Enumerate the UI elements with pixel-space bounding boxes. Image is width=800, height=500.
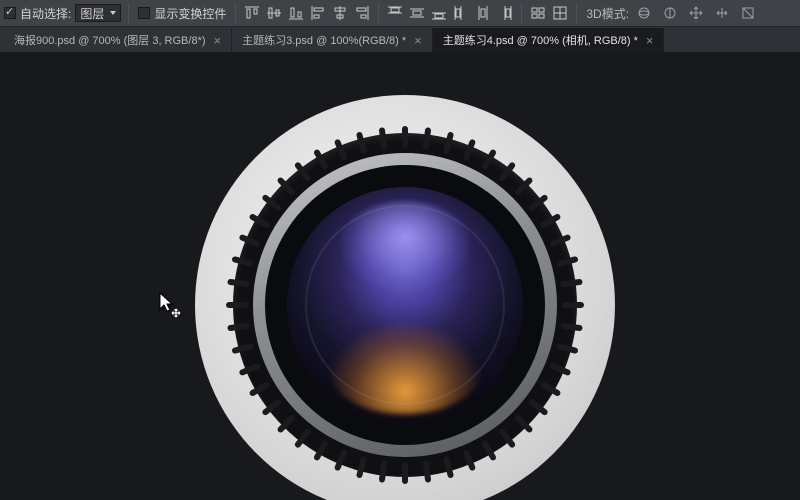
canvas-area[interactable]: [0, 53, 800, 500]
close-icon[interactable]: ×: [646, 34, 654, 47]
separator: [521, 3, 522, 23]
separator: [128, 3, 129, 23]
close-icon[interactable]: ×: [414, 34, 422, 47]
auto-select-checkbox[interactable]: [4, 7, 16, 19]
distribute-group: [384, 3, 516, 23]
align-left-button[interactable]: [307, 3, 329, 23]
dist-vcenter-button[interactable]: [406, 3, 428, 23]
mode-3d-group: 3D模式:: [586, 3, 759, 23]
document-tab[interactable]: 海报900.psd @ 700% (图层 3, RGB/8*) ×: [4, 28, 232, 52]
close-icon[interactable]: ×: [214, 34, 222, 47]
auto-select-mode-value: 图层: [80, 5, 104, 22]
show-transform-group: 显示变换控件: [138, 5, 226, 22]
auto-align-button[interactable]: [527, 3, 549, 23]
camera-lens-artwork: [195, 95, 615, 500]
move-cursor-icon: [158, 291, 184, 324]
align-vcenter-button[interactable]: [263, 3, 285, 23]
arrange-more-button[interactable]: [549, 3, 571, 23]
align-bottom-button[interactable]: [285, 3, 307, 23]
auto-select-label: 自动选择:: [20, 5, 71, 22]
orbit-3d-button[interactable]: [633, 3, 655, 23]
mode-3d-label: 3D模式:: [586, 5, 629, 22]
options-bar: 自动选择: 图层 显示变换控件 3D模式:: [0, 0, 800, 27]
show-transform-label: 显示变换控件: [154, 5, 226, 22]
align-top-button[interactable]: [241, 3, 263, 23]
document-tab[interactable]: 主题练习3.psd @ 100%(RGB/8) * ×: [232, 28, 433, 52]
dist-right-button[interactable]: [494, 3, 516, 23]
align-group: [241, 3, 373, 23]
tab-label: 海报900.psd @ 700% (图层 3, RGB/8*): [14, 32, 206, 48]
separator: [576, 3, 577, 23]
chevron-down-icon: [110, 11, 116, 15]
arrange-group: [527, 3, 571, 23]
align-right-button[interactable]: [351, 3, 373, 23]
separator: [235, 3, 236, 23]
auto-select-group: 自动选择: 图层: [4, 4, 121, 22]
align-hcenter-button[interactable]: [329, 3, 351, 23]
slide-3d-button[interactable]: [711, 3, 733, 23]
show-transform-checkbox[interactable]: [138, 7, 150, 19]
dist-left-button[interactable]: [450, 3, 472, 23]
separator: [378, 3, 379, 23]
tab-label: 主题练习4.psd @ 700% (相机, RGB/8) *: [443, 32, 638, 48]
dist-bottom-button[interactable]: [428, 3, 450, 23]
document-tab[interactable]: 主题练习4.psd @ 700% (相机, RGB/8) * ×: [433, 28, 665, 52]
dist-top-button[interactable]: [384, 3, 406, 23]
scale-3d-button[interactable]: [737, 3, 759, 23]
roll-3d-button[interactable]: [659, 3, 681, 23]
dist-hcenter-button[interactable]: [472, 3, 494, 23]
auto-select-dropdown[interactable]: 图层: [75, 4, 121, 22]
tab-label: 主题练习3.psd @ 100%(RGB/8) *: [242, 32, 406, 48]
pan-3d-button[interactable]: [685, 3, 707, 23]
document-tab-bar: 海报900.psd @ 700% (图层 3, RGB/8*) × 主题练习3.…: [0, 27, 800, 53]
